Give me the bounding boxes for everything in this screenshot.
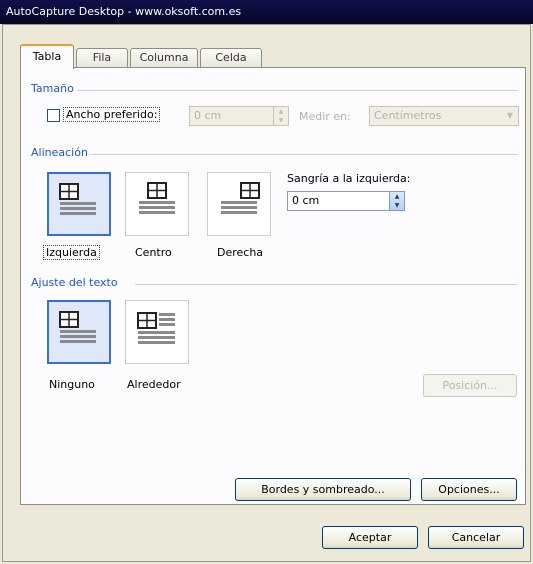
align-right-label: Derecha	[217, 246, 264, 259]
section-alignment: Alineación	[31, 146, 517, 159]
section-alignment-title: Alineación	[31, 146, 88, 159]
tab-tabla-label: Tabla	[32, 50, 62, 63]
left-indent-value: 0 cm	[292, 194, 320, 207]
cancel-button[interactable]: Cancelar	[428, 526, 524, 549]
section-divider	[135, 284, 517, 285]
tab-celda-label: Celda	[215, 51, 247, 64]
ok-button[interactable]: Aceptar	[322, 526, 418, 549]
wrap-none-icon	[59, 311, 96, 343]
preferred-width-label-text: Ancho preferido:	[63, 107, 161, 122]
align-center-label: Centro	[135, 246, 172, 259]
borders-shading-button[interactable]: Bordes y sombreado...	[235, 478, 411, 501]
wrap-around-icon	[137, 312, 175, 344]
section-size-title: Tamaño	[31, 82, 74, 95]
left-indent-spinner[interactable]: ▲ ▼	[389, 192, 404, 210]
preferred-width-value: 0 cm	[194, 109, 222, 122]
preferred-width-label: Ancho preferido:	[63, 107, 161, 122]
align-left-option[interactable]	[47, 172, 111, 236]
tab-columna-label: Columna	[139, 51, 189, 64]
window-title-bar: AutoCapture Desktop - www.oksoft.com.es	[0, 0, 533, 24]
tab-celda[interactable]: Celda	[200, 48, 262, 67]
spin-down-icon: ▼	[278, 117, 284, 124]
tab-tabla[interactable]: Tabla	[20, 44, 74, 69]
left-indent-input[interactable]: 0 cm ▲ ▼	[287, 191, 405, 211]
left-indent-label: Sangría a la izquierda:	[287, 172, 411, 185]
section-divider	[91, 154, 517, 155]
section-wrapping-title: Ajuste del texto	[31, 276, 118, 289]
position-button[interactable]: Posición...	[423, 374, 517, 397]
tab-fila-label: Fila	[92, 51, 112, 64]
measure-in-label: Medir en:	[299, 110, 351, 123]
section-wrapping: Ajuste del texto	[31, 276, 517, 289]
align-left-icon	[59, 183, 96, 215]
tab-panel-tabla: Tamaño Ancho preferido: 0 cm ▲ ▼ Medir en…	[20, 67, 526, 505]
align-left-label-text: Izquierda	[43, 245, 100, 260]
wrap-around-label: Alrededor	[127, 378, 181, 391]
spin-down-icon: ▼	[394, 202, 400, 209]
chevron-down-icon: ▼	[506, 111, 514, 120]
align-right-option[interactable]	[207, 172, 271, 236]
tab-fila[interactable]: Fila	[76, 48, 128, 67]
options-button[interactable]: Opciones...	[421, 478, 517, 501]
preferred-width-checkbox[interactable]	[47, 109, 60, 122]
preferred-width-spinner[interactable]: ▲ ▼	[273, 107, 288, 125]
align-right-icon	[221, 182, 260, 214]
tab-columna[interactable]: Columna	[130, 48, 198, 67]
spin-up-icon: ▲	[394, 193, 400, 200]
window-title: AutoCapture Desktop - www.oksoft.com.es	[6, 5, 242, 18]
wrap-none-label: Ninguno	[49, 378, 95, 391]
section-size: Tamaño	[31, 82, 517, 95]
align-left-label: Izquierda	[43, 245, 100, 260]
section-divider	[77, 90, 517, 91]
measure-in-select[interactable]: Centímetros ▼	[369, 106, 519, 126]
align-center-icon	[139, 182, 175, 214]
wrap-none-option[interactable]	[47, 300, 111, 364]
wrap-around-option[interactable]	[125, 300, 189, 364]
align-center-option[interactable]	[125, 172, 189, 236]
spin-up-icon: ▲	[278, 108, 284, 115]
preferred-width-input[interactable]: 0 cm ▲ ▼	[189, 106, 289, 126]
measure-in-value: Centímetros	[374, 109, 442, 122]
